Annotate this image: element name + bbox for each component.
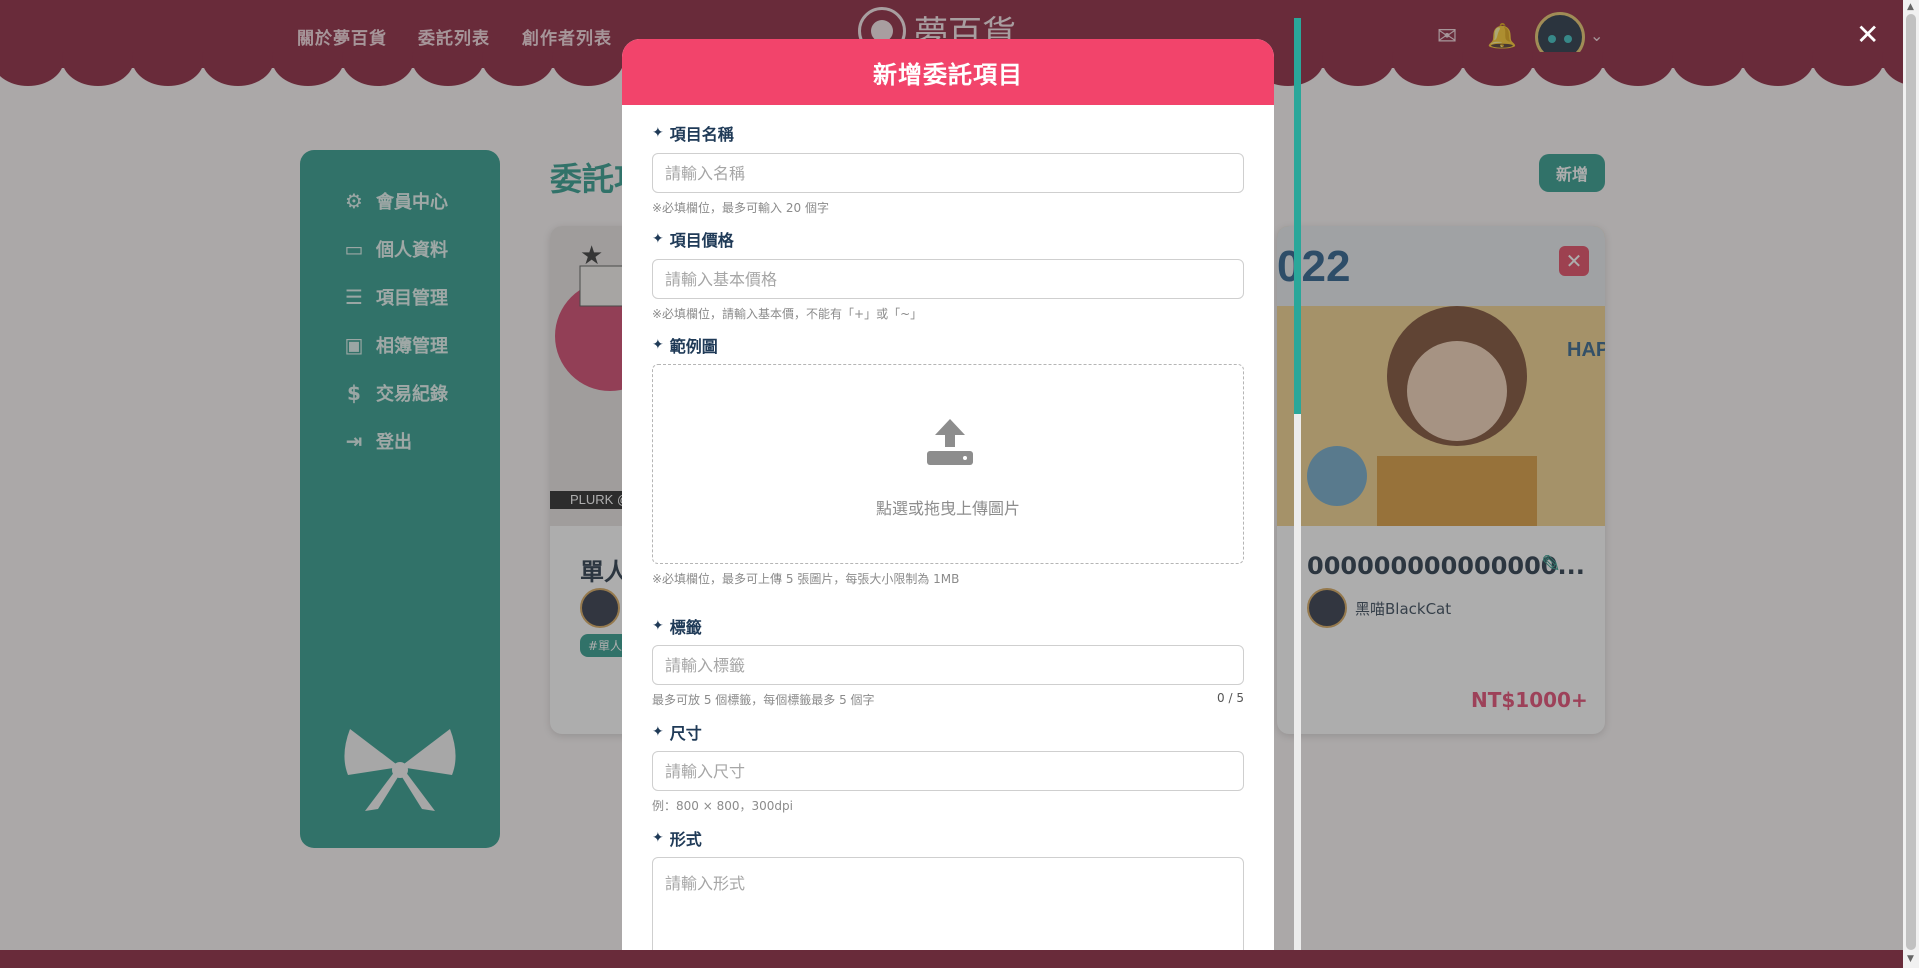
add-item-modal: 新增委託項目 ✦ 項目名稱 ※必填欄位，最多可輸入 20 個字 ✦ 項目價格 ※… — [622, 39, 1274, 950]
image-label-text: 範例圖 — [669, 337, 718, 356]
image-field-label: ✦ 範例圖 — [652, 333, 718, 357]
upload-text: 點選或拖曳上傳圖片 — [875, 499, 1020, 518]
modal-scrollbar[interactable] — [1294, 18, 1301, 950]
price-label-text: 項目價格 — [669, 231, 734, 250]
name-field-label: ✦ 項目名稱 — [652, 121, 734, 145]
size-label-text: 尺寸 — [669, 724, 702, 743]
size-input[interactable] — [652, 751, 1244, 791]
image-upload-dropzone[interactable]: 點選或拖曳上傳圖片 — [652, 364, 1244, 564]
modal-scrollbar-thumb[interactable] — [1294, 18, 1301, 414]
tags-field-label: ✦ 標籤 — [652, 614, 702, 638]
format-textarea[interactable] — [652, 857, 1244, 950]
format-label-text: 形式 — [669, 830, 702, 849]
page-scrollbar-thumb[interactable] — [1906, 14, 1916, 950]
upload-icon — [927, 419, 973, 465]
close-icon[interactable]: ✕ — [1856, 18, 1879, 51]
price-hint: ※必填欄位，請輸入基本價，不能有「+」或「~」 — [652, 307, 923, 321]
size-field-label: ✦ 尺寸 — [652, 720, 702, 744]
price-field-label: ✦ 項目價格 — [652, 227, 734, 251]
sparkle-icon: ✦ — [652, 724, 664, 740]
sparkle-icon: ✦ — [652, 231, 664, 247]
sparkle-icon: ✦ — [652, 618, 664, 634]
image-hint: ※必填欄位，最多可上傳 5 張圖片，每張大小限制為 1MB — [652, 572, 960, 586]
name-label-text: 項目名稱 — [669, 125, 734, 144]
name-hint: ※必填欄位，最多可輸入 20 個字 — [652, 201, 829, 215]
tags-label-text: 標籤 — [669, 618, 702, 637]
scroll-down-icon[interactable]: ▼ — [1907, 954, 1914, 964]
item-price-input[interactable] — [652, 259, 1244, 299]
page-scrollbar[interactable]: ▲ ▼ — [1903, 0, 1919, 968]
modal-title: 新增委託項目 — [622, 39, 1274, 105]
tags-counter: 0 / 5 — [1217, 691, 1244, 705]
scroll-up-icon[interactable]: ▲ — [1907, 2, 1914, 12]
item-name-input[interactable] — [652, 153, 1244, 193]
sparkle-icon: ✦ — [652, 337, 664, 353]
tags-input[interactable] — [652, 645, 1244, 685]
format-field-label: ✦ 形式 — [652, 826, 702, 850]
size-hint: 例：800 × 800，300dpi — [652, 799, 793, 813]
tags-hint: 最多可放 5 個標籤，每個標籤最多 5 個字 — [652, 693, 875, 707]
sparkle-icon: ✦ — [652, 830, 664, 846]
sparkle-icon: ✦ — [652, 125, 664, 141]
